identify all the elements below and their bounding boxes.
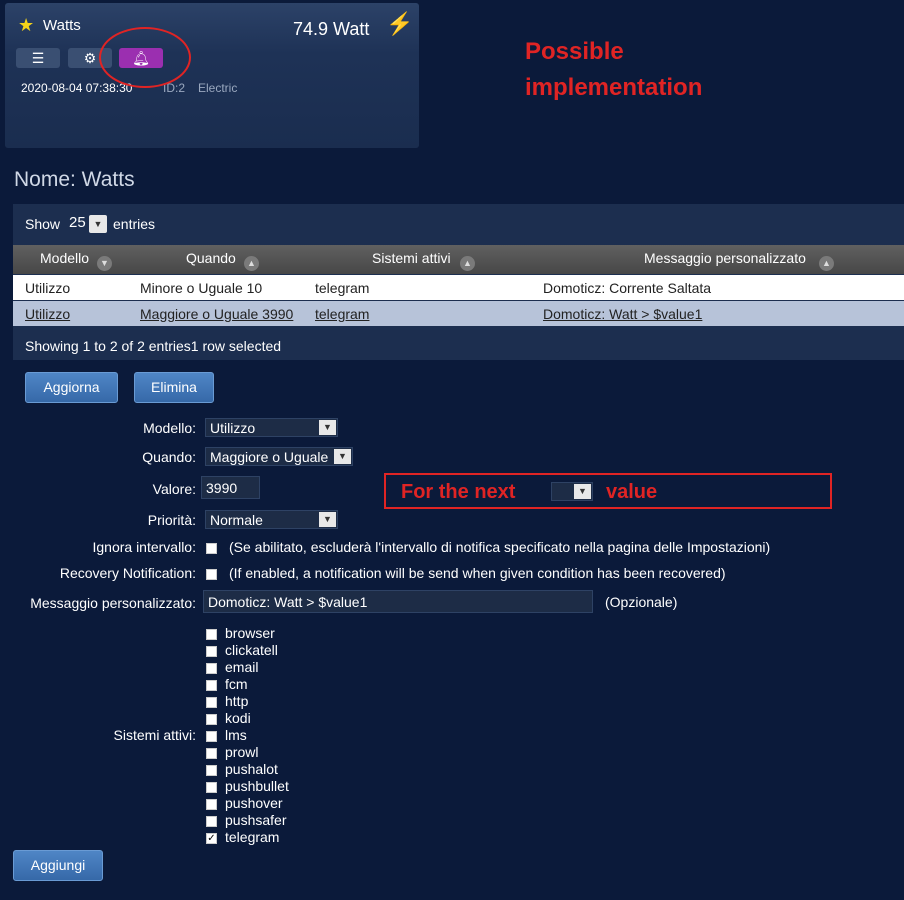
quando-select[interactable]: Maggiore o Uguale ▼ <box>205 447 353 466</box>
valore-input[interactable]: 3990 <box>201 476 260 499</box>
table-cell[interactable]: Utilizzo <box>25 306 70 322</box>
table-cell: telegram <box>315 280 370 296</box>
list-icon: ☰ <box>31 50 45 66</box>
th-messaggio[interactable]: Messaggio personalizzato <box>644 250 806 266</box>
table-info: Showing 1 to 2 of 2 entries1 row selecte… <box>25 338 282 354</box>
messaggio-input[interactable]: Domoticz: Watt > $value1 <box>203 590 593 613</box>
system-checkbox-prowl[interactable] <box>206 748 217 759</box>
sort-icon[interactable]: ▼ <box>97 256 112 271</box>
ignora-checkbox[interactable] <box>206 543 217 554</box>
page-size-value: 25 <box>69 214 86 231</box>
system-label: clickatell <box>225 642 278 658</box>
modello-value: Utilizzo <box>210 420 256 436</box>
page-size-select[interactable]: 25 <box>69 214 86 231</box>
gear-icon: ⚙ <box>83 50 97 66</box>
sort-icon[interactable]: ▲ <box>460 256 475 271</box>
add-button[interactable]: Aggiungi <box>13 850 103 881</box>
system-checkbox-lms[interactable] <box>206 731 217 742</box>
system-label: fcm <box>225 676 248 692</box>
system-checkbox-email[interactable] <box>206 663 217 674</box>
chevron-down-icon: ▼ <box>334 449 351 464</box>
priorita-value: Normale <box>210 512 263 528</box>
priorita-select[interactable]: Normale ▼ <box>205 510 338 529</box>
annotation-value: value <box>606 481 658 503</box>
quando-value: Maggiore o Uguale <box>210 449 329 465</box>
ignora-note: (Se abilitato, escluderà l'intervallo di… <box>229 539 771 555</box>
system-label: http <box>225 693 249 709</box>
system-label: pushover <box>225 795 283 811</box>
annotation-possible-implementation: Possible implementation <box>525 34 702 106</box>
system-label: pushbullet <box>225 778 289 794</box>
system-checkbox-fcm[interactable] <box>206 680 217 691</box>
modello-label: Modello: <box>143 420 196 436</box>
system-label: kodi <box>225 710 251 726</box>
delete-button[interactable]: Elimina <box>134 372 214 403</box>
show-entries: Show <box>25 216 60 232</box>
annotation-line-2: implementation <box>525 74 703 101</box>
system-checkbox-http[interactable] <box>206 697 217 708</box>
th-sistemi[interactable]: Sistemi attivi <box>372 250 451 266</box>
duration-select[interactable]: ▼ <box>551 482 593 501</box>
update-button[interactable]: Aggiorna <box>25 372 118 403</box>
system-label: pushsafer <box>225 812 287 828</box>
ignora-label: Ignora intervallo: <box>92 539 196 555</box>
table-cell[interactable]: Domoticz: Watt > $value1 <box>543 306 702 322</box>
valore-label: Valore: <box>152 481 196 497</box>
messaggio-label: Messaggio personalizzato: <box>30 595 196 611</box>
show-label: Show <box>25 216 61 232</box>
lightning-icon: ⚡ <box>386 11 414 36</box>
annotation-for-the-next: For the next <box>401 481 516 503</box>
system-checkbox-pushbullet[interactable] <box>206 782 217 793</box>
sort-icon[interactable]: ▲ <box>819 256 834 271</box>
system-label: lms <box>225 727 247 743</box>
table-cell: Utilizzo <box>25 280 71 296</box>
system-label: telegram <box>225 829 280 845</box>
sort-icon[interactable]: ▲ <box>244 256 259 271</box>
modello-select[interactable]: Utilizzo ▼ <box>205 418 338 437</box>
favorite-star-icon[interactable]: ★ <box>18 15 34 36</box>
system-label: email <box>225 659 259 675</box>
messaggio-note: (Opzionale) <box>605 594 678 610</box>
recovery-checkbox[interactable] <box>206 569 217 580</box>
recovery-note: (If enabled, a notification will be send… <box>229 565 726 581</box>
th-quando[interactable]: Quando <box>186 250 236 266</box>
table-cell[interactable]: Maggiore o Uguale 3990 <box>140 306 293 322</box>
device-value: 74.9 Watt <box>293 19 370 39</box>
quando-label: Quando: <box>142 449 196 465</box>
chevron-down-icon: ▼ <box>319 512 336 527</box>
log-button[interactable]: ☰ <box>16 48 60 68</box>
device-type: Electric <box>198 81 238 95</box>
annotation-circle <box>99 27 191 88</box>
chevron-down-icon: ▼ <box>319 420 336 435</box>
page-title: Nome: Watts <box>14 168 135 191</box>
recovery-label: Recovery Notification: <box>59 565 196 581</box>
table-cell: Domoticz: Corrente Saltata <box>543 280 712 296</box>
system-checkbox-browser[interactable] <box>206 629 217 640</box>
chevron-down-icon[interactable]: ▼ <box>89 215 107 233</box>
annotation-line-1: Possible <box>525 38 624 65</box>
system-checkbox-pushover[interactable] <box>206 799 217 810</box>
system-checkbox-kodi[interactable] <box>206 714 217 725</box>
table-cell[interactable]: telegram <box>315 306 369 322</box>
system-checkbox-telegram[interactable]: ✓ <box>206 833 217 844</box>
priorita-label: Priorità: <box>147 512 196 528</box>
system-checkbox-pushsafer[interactable] <box>206 816 217 827</box>
device-last-update: 2020-08-04 07:38:30 <box>21 81 133 95</box>
device-title: Watts <box>43 17 81 34</box>
system-label: browser <box>225 625 275 641</box>
system-checkbox-clickatell[interactable] <box>206 646 217 657</box>
table-cell: Minore o Uguale 10 <box>140 280 263 296</box>
system-label: pushalot <box>225 761 278 777</box>
system-label: prowl <box>225 744 259 760</box>
chevron-down-icon: ▼ <box>574 484 591 499</box>
system-checkbox-pushalot[interactable] <box>206 765 217 776</box>
th-modello[interactable]: Modello <box>40 250 89 266</box>
entries-label: entries <box>113 216 156 232</box>
sistemi-label: Sistemi attivi: <box>113 727 196 743</box>
